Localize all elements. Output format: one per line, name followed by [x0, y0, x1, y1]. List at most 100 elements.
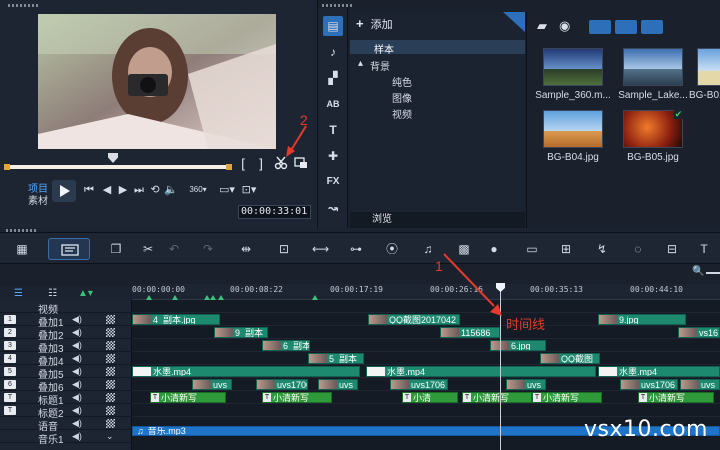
title-clip[interactable]: T 小清新写 — [462, 392, 532, 403]
track-header[interactable]: 语音 ◀) — [0, 417, 132, 433]
track-header[interactable]: 4 叠加4 ◀) — [0, 352, 132, 368]
clip[interactable]: QQ截图 — [540, 353, 600, 364]
clip[interactable]: 115686 — [440, 327, 500, 338]
instant-project-icon[interactable]: ♪ — [323, 42, 343, 62]
track-grid-icon[interactable] — [106, 419, 115, 428]
clip[interactable]: 6.jpg — [490, 340, 546, 351]
mark-out-button[interactable]: ] — [254, 157, 268, 171]
track-expand-icon[interactable]: ⌄ — [106, 431, 114, 442]
import-folder-icon[interactable]: ▰ — [537, 18, 547, 34]
path-icon[interactable]: ↝ — [323, 198, 343, 218]
clip[interactable]: 4_副本.jpg — [132, 314, 220, 325]
tools-icon[interactable]: ✂ — [140, 241, 156, 257]
go-to-end-icon[interactable]: ⏭ — [132, 183, 146, 197]
title-clip[interactable]: T 小清 — [402, 392, 458, 403]
tree-item-image[interactable]: 图像 — [392, 90, 412, 105]
track-volume-icon[interactable]: ◀) — [72, 418, 82, 429]
track-grid-icon[interactable] — [106, 393, 115, 402]
library-grip[interactable] — [322, 4, 352, 7]
timecode-display[interactable]: 00:00:33:01 — [238, 205, 311, 219]
title-ab-icon[interactable]: AB — [323, 94, 343, 114]
title-clip[interactable]: T 小清新写 — [150, 392, 226, 403]
tree-item-solid-color[interactable]: 纯色 — [392, 74, 412, 89]
show-videos-button[interactable] — [589, 20, 611, 34]
browse-button[interactable]: 浏览 — [350, 212, 525, 228]
track-volume-icon[interactable]: ◀) — [72, 392, 82, 403]
go-to-start-icon[interactable]: ⏮ — [82, 183, 96, 197]
clip[interactable]: uvs1706 — [620, 379, 678, 390]
clip[interactable]: uvs1706 — [256, 379, 308, 390]
panel-grip[interactable] — [8, 4, 38, 7]
clip[interactable]: 6_副本 — [262, 340, 310, 351]
mode-clip[interactable]: 素材 — [28, 192, 48, 207]
subtitle-icon[interactable]: ▭ — [524, 241, 540, 257]
track-volume-icon[interactable]: ◀) — [72, 327, 82, 338]
split-screen-icon[interactable]: ⊞ — [558, 241, 574, 257]
show-audio-button[interactable] — [641, 20, 663, 34]
clip[interactable]: uvs — [680, 379, 720, 390]
title-clip[interactable]: T 小清新写 — [532, 392, 602, 403]
storyboard-view-icon[interactable]: ▦ — [14, 241, 30, 257]
track-header[interactable]: 1 叠加1 ◀) — [0, 313, 132, 329]
zoom-icon[interactable]: 🔍 — [692, 266, 704, 277]
title-clip[interactable]: T 小清新写 — [262, 392, 332, 403]
thumb-sample-360[interactable] — [543, 48, 603, 86]
track-motion-icon[interactable]: ⟷ — [312, 241, 329, 257]
clip[interactable]: uvs1706 — [390, 379, 448, 390]
chapter-icon[interactable]: ☷ — [48, 288, 57, 299]
volume-icon[interactable]: 🔈 — [164, 183, 178, 197]
enlarge-preview-icon[interactable] — [294, 156, 308, 170]
track-grid-icon[interactable] — [106, 380, 115, 389]
trim-bar[interactable] — [4, 164, 232, 170]
aspect-ratio-icon[interactable]: ▭▾ — [218, 183, 236, 197]
stabilize-icon[interactable]: ⊟ — [664, 241, 680, 257]
speed-icon[interactable]: ↯ — [594, 241, 610, 257]
track-header[interactable]: T 标题2 ◀) — [0, 404, 132, 420]
tree-item-video[interactable]: 视频 — [392, 106, 412, 121]
3d-title-icon[interactable]: T — [696, 241, 712, 257]
media-icon[interactable]: ▤ — [323, 16, 343, 36]
toolbar-grip[interactable] — [6, 229, 36, 232]
track-header[interactable]: 音乐1 ◀) ⌄ — [0, 430, 132, 446]
fit-icon[interactable]: ⊡ — [276, 241, 292, 257]
clip[interactable]: 水墨.mp4 — [132, 366, 360, 377]
clip[interactable]: uvs — [318, 379, 358, 390]
track-grid-icon[interactable] — [106, 406, 115, 415]
track-grid-icon[interactable] — [106, 341, 115, 350]
title-icon[interactable]: T — [323, 120, 343, 140]
track-volume-icon[interactable]: ◀) — [72, 353, 82, 364]
track-manager-icon[interactable]: ☰ — [14, 288, 23, 299]
previous-frame-icon[interactable]: ◀ — [100, 183, 114, 197]
clip[interactable]: 9.jpg — [598, 314, 686, 325]
time-remap-icon[interactable]: ◌ — [630, 241, 646, 257]
clip[interactable]: 水墨.mp4 — [366, 366, 596, 377]
track-grid-icon[interactable] — [106, 328, 115, 337]
show-photos-button[interactable] — [615, 20, 637, 34]
split-clip-icon[interactable] — [274, 156, 288, 170]
smart-proxy-icon[interactable]: ⇹ — [238, 241, 254, 257]
track-header[interactable]: 3 叠加3 ◀) — [0, 339, 132, 355]
pan-zoom-icon[interactable]: ⊶ — [348, 241, 364, 257]
track-volume-icon[interactable]: ◀) — [72, 431, 82, 442]
tree-item-sample[interactable]: 样本 — [374, 41, 394, 56]
track-volume-icon[interactable]: ◀) — [72, 405, 82, 416]
track-volume-icon[interactable]: ◀) — [72, 314, 82, 325]
scrubber-handle[interactable] — [108, 153, 118, 163]
clip[interactable]: 9_副本 — [214, 327, 268, 338]
track-header[interactable]: 5 叠加5 ◀) — [0, 365, 132, 381]
mark-in-button[interactable]: [ — [236, 157, 250, 171]
record-capture-icon[interactable]: ◉ — [559, 18, 570, 34]
tree-expand-icon[interactable]: ▴ — [358, 58, 363, 69]
audio-duck-icon[interactable]: ♫ — [420, 241, 436, 257]
clip[interactable]: uvs — [192, 379, 232, 390]
add-folder-button[interactable]: + 添加 — [356, 16, 393, 32]
add-marker-icon[interactable]: ▲▾ — [78, 288, 93, 299]
graphic-icon[interactable]: ✚ — [323, 146, 343, 166]
record-icon[interactable]: ⦿ — [384, 241, 400, 257]
track-header[interactable]: 2 叠加2 ◀) — [0, 326, 132, 342]
track-grid-icon[interactable] — [106, 367, 115, 376]
track-volume-icon[interactable]: ◀) — [72, 340, 82, 351]
track-header[interactable]: T 标题1 ◀) — [0, 391, 132, 407]
track-header-video[interactable]: 视频 — [0, 300, 132, 316]
copy-icon[interactable]: ❐ — [108, 241, 124, 257]
